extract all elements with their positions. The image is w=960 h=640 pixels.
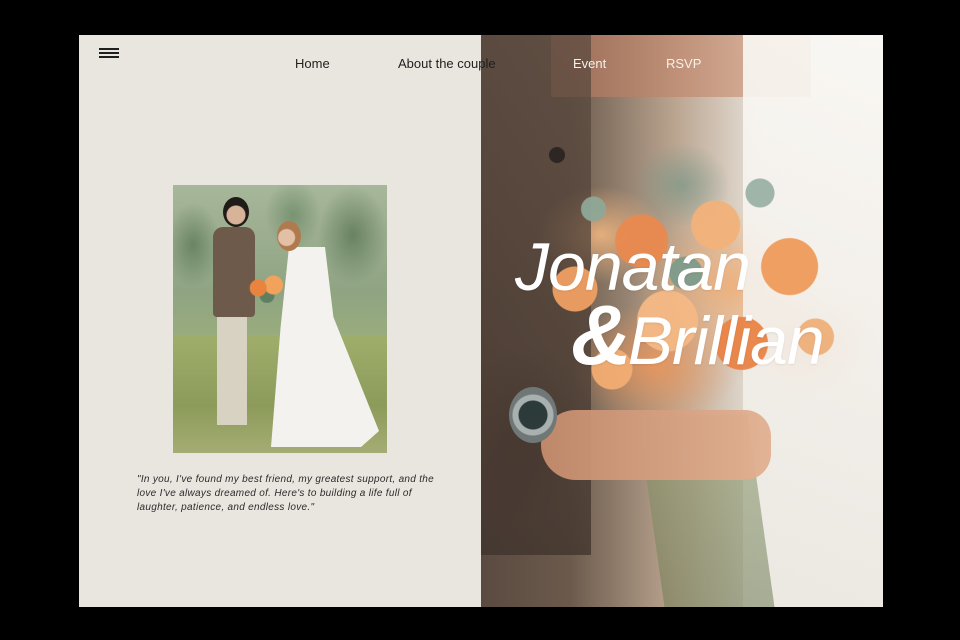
- photo-groom-body: [213, 227, 255, 317]
- nav-rsvp-link[interactable]: RSVP: [666, 56, 701, 71]
- jacket-button-shape: [549, 147, 565, 163]
- couple-photo: [173, 185, 387, 453]
- wedding-page: Home About the couple Event RSVP "In you…: [79, 35, 883, 607]
- nav-home-link[interactable]: Home: [295, 56, 330, 71]
- name-second-line: &Brillian: [571, 293, 875, 377]
- hand-shape: [541, 410, 771, 480]
- love-quote: "In you, I've found my best friend, my g…: [137, 474, 435, 513]
- couple-names-title: Jonatan &Brillian: [515, 233, 875, 377]
- nav-about-link[interactable]: About the couple: [398, 56, 496, 71]
- nav-event-link[interactable]: Event: [573, 56, 606, 71]
- menu-bar-1: [99, 48, 119, 50]
- photo-bride-head: [277, 221, 301, 251]
- ampersand: &: [571, 288, 632, 382]
- menu-bar-2: [99, 52, 119, 54]
- name-first: Jonatan: [515, 229, 751, 305]
- photo-groom-head: [223, 197, 249, 227]
- main-nav: Home About the couple Event RSVP: [79, 56, 883, 74]
- watch-shape: [509, 387, 557, 443]
- photo-groom-legs: [217, 315, 247, 425]
- name-second: Brillian: [627, 303, 825, 379]
- photo-bouquet: [245, 273, 289, 303]
